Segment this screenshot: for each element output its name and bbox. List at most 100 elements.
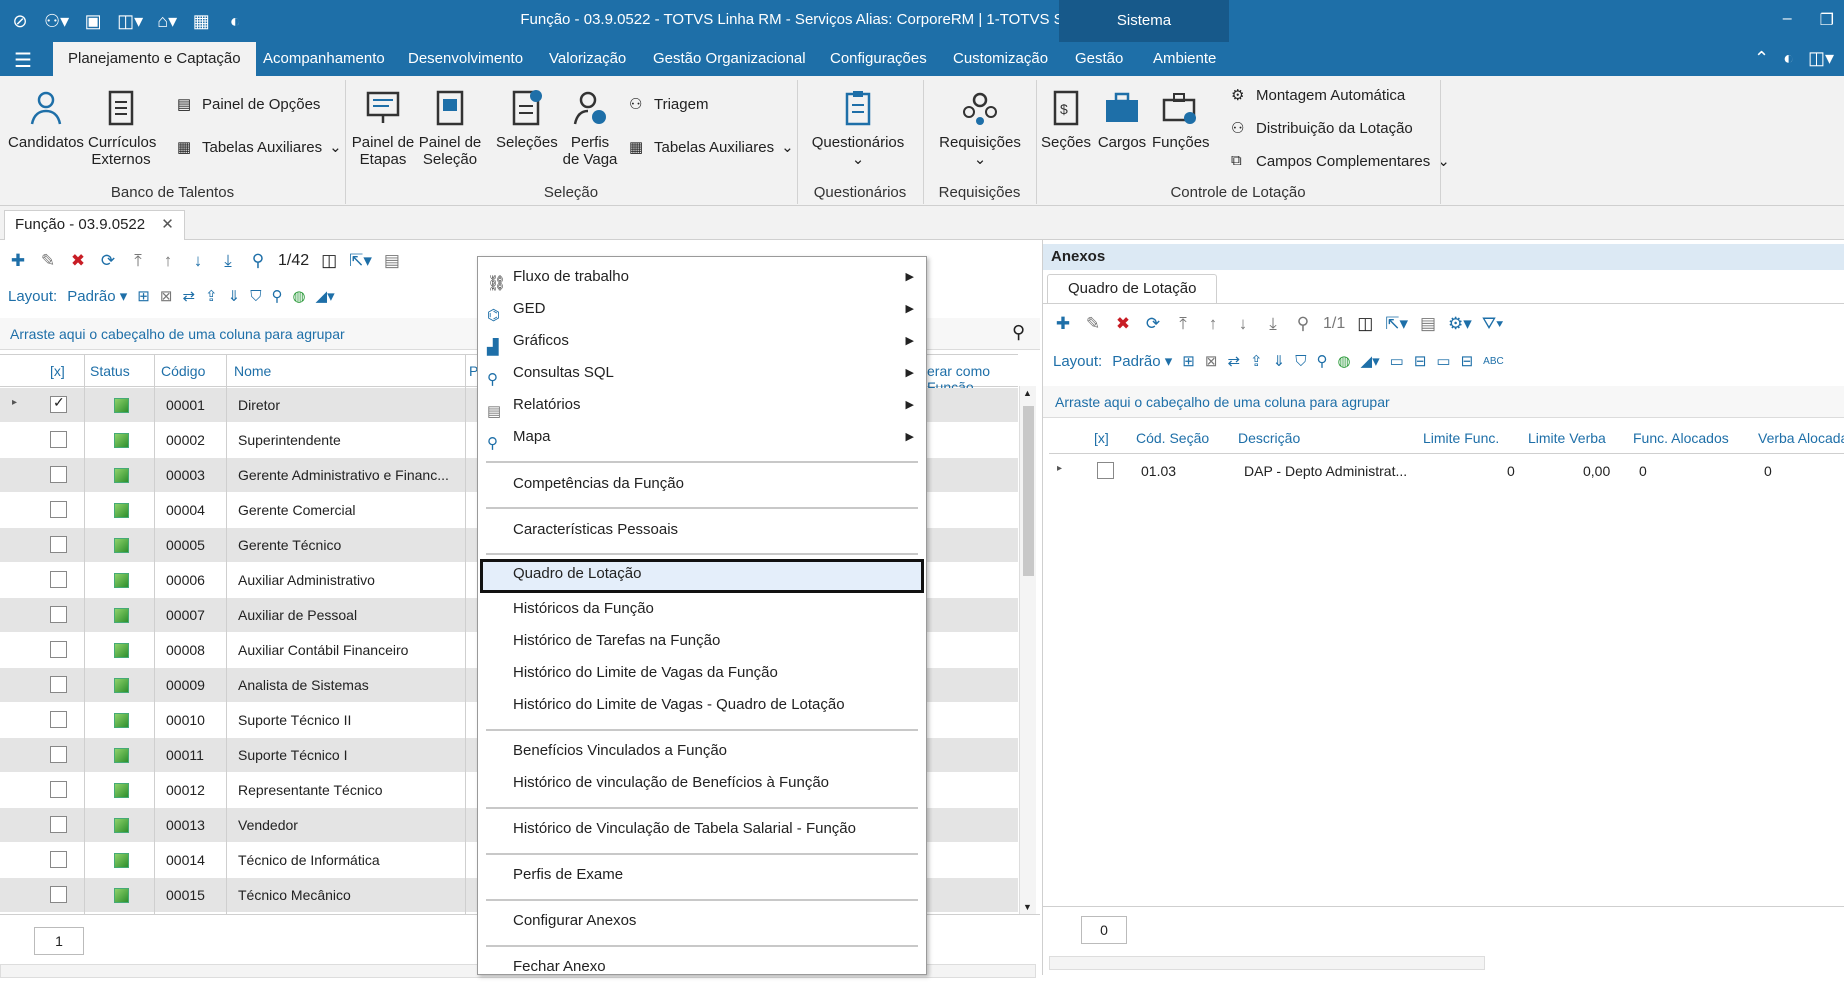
row-checkbox[interactable]	[50, 431, 67, 448]
row-checkbox[interactable]	[50, 781, 67, 798]
chart-icon[interactable]: ◢▾	[316, 287, 335, 305]
help-icon[interactable]: ◐	[1783, 48, 1794, 69]
triagem-button[interactable]: ⚇ Triagem	[629, 95, 708, 114]
doc-tab-funcao[interactable]: Função - 03.9.0522 ✕	[4, 210, 185, 240]
add-icon[interactable]: ✚	[8, 251, 28, 271]
row-checkbox[interactable]	[50, 851, 67, 868]
menu-item-caracteristicas[interactable]: Características Pessoais	[478, 515, 926, 545]
report-icon[interactable]: ▤	[1418, 314, 1438, 334]
page-number-field[interactable]: 1	[34, 927, 84, 955]
col-cod-secao[interactable]: Cód. Seção	[1136, 430, 1209, 446]
row-checkbox[interactable]	[1097, 462, 1114, 479]
menu-item-beneficios[interactable]: Benefícios Vinculados a Função	[478, 736, 926, 766]
row-checkbox[interactable]	[50, 886, 67, 903]
color-icon[interactable]: ◍	[292, 287, 305, 305]
delete-icon[interactable]: ✖	[1113, 314, 1133, 334]
tab-customizacao[interactable]: Customização	[953, 42, 1048, 76]
row-checkbox[interactable]	[50, 711, 67, 728]
col-verba-alocada[interactable]: Verba Alocada	[1758, 430, 1844, 446]
col-func-alocados[interactable]: Func. Alocados	[1633, 430, 1729, 446]
menu-item-configurar-anexos[interactable]: Configurar Anexos	[478, 906, 926, 936]
report-icon[interactable]: ▤	[382, 251, 402, 271]
tab-acompanhamento[interactable]: Acompanhamento	[263, 42, 385, 76]
tab-gestao[interactable]: Gestão	[1075, 42, 1123, 76]
collapse-icon[interactable]: ⊠	[1205, 352, 1218, 370]
scroll-thumb[interactable]	[1023, 406, 1034, 576]
chart-icon[interactable]: ◢▾	[1361, 352, 1380, 370]
edit-icon[interactable]: ✎	[38, 251, 58, 271]
montagem-automatica-button[interactable]: ⚙ Montagem Automática	[1231, 86, 1405, 105]
menu-item-historico-limite-quadro[interactable]: Histórico do Limite de Vagas - Quadro de…	[478, 690, 926, 720]
search-icon[interactable]: ⚲	[1012, 322, 1025, 343]
funcoes-button[interactable]: Funções	[1152, 88, 1210, 151]
download-icon[interactable]: ⇓	[228, 287, 241, 305]
col-limite-verba[interactable]: Limite Verba	[1528, 430, 1606, 446]
upload-icon[interactable]: ⇪	[205, 287, 218, 305]
view-split-icon[interactable]: ⊟	[1414, 352, 1427, 370]
paint-icon[interactable]: ⛉	[250, 288, 261, 305]
first-record-icon[interactable]: ⤒	[1173, 314, 1193, 334]
row-checkbox[interactable]	[50, 606, 67, 623]
view-top-icon[interactable]: ▭	[1436, 352, 1450, 370]
collapse-icon[interactable]: ⊠	[160, 287, 173, 305]
menu-item-graficos[interactable]: ▟ Gráficos ▶	[478, 326, 926, 356]
export-icon[interactable]: ⇱▾	[349, 251, 372, 271]
last-record-icon[interactable]: ⤓	[218, 251, 238, 271]
tab-planejamento[interactable]: Planejamento e Captação	[53, 42, 256, 76]
distribuicao-lotacao-button[interactable]: ⚇ Distribuição da Lotação	[1231, 119, 1413, 138]
col-nome[interactable]: Nome	[234, 363, 271, 379]
row-checkbox[interactable]	[50, 676, 67, 693]
restore-icon[interactable]: ❐	[1820, 10, 1834, 30]
painel-selecao-button[interactable]: Painel de Seleção	[418, 88, 482, 168]
tab-valorizacao[interactable]: Valorização	[549, 42, 626, 76]
columns-icon[interactable]: ◫	[1355, 314, 1375, 334]
menu-item-historico-limite-vagas[interactable]: Histórico do Limite de Vagas da Função	[478, 658, 926, 688]
close-icon[interactable]: ✕	[161, 216, 174, 233]
group-icon[interactable]: ⇄	[182, 287, 195, 305]
upload-icon[interactable]: ⇪	[1250, 352, 1263, 370]
group-hint-bar[interactable]: Arraste aqui o cabeçalho de uma coluna p…	[1043, 386, 1844, 418]
horizontal-scrollbar[interactable]	[1049, 956, 1485, 970]
export-icon[interactable]: ⇱▾	[1385, 314, 1408, 334]
group-icon[interactable]: ⇄	[1227, 352, 1240, 370]
gear-icon[interactable]: ⚙▾	[1448, 314, 1472, 334]
col-limite-func[interactable]: Limite Func.	[1423, 430, 1499, 446]
layout-icon[interactable]: ◫▾	[1808, 48, 1834, 69]
vertical-scrollbar[interactable]: ▲ ▼	[1019, 386, 1036, 914]
col-checkbox[interactable]: [x]	[1094, 430, 1109, 446]
menu-item-tabela-salarial[interactable]: Histórico de Vinculação de Tabela Salari…	[478, 814, 926, 844]
add-icon[interactable]: ✚	[1053, 314, 1073, 334]
table-row[interactable]: ▸ 01.03 DAP - Depto Administrat... 0 0,0…	[1049, 454, 1844, 488]
pin-icon[interactable]: ⚲	[1316, 352, 1327, 370]
minimize-icon[interactable]: –	[1783, 10, 1792, 30]
menu-item-consultas-sql[interactable]: ⚲ Consultas SQL ▶	[478, 358, 926, 388]
next-record-icon[interactable]: ↓	[188, 251, 208, 271]
refresh-icon[interactable]: ⟳	[98, 251, 118, 271]
columns-icon[interactable]: ◫	[319, 251, 339, 271]
menu-item-relatorios[interactable]: ▤ Relatórios ▶	[478, 390, 926, 420]
tab-ambiente[interactable]: Ambiente	[1153, 42, 1216, 76]
scroll-up-icon[interactable]: ▲	[1023, 388, 1032, 398]
curriculos-externos-button[interactable]: Currículos Externos	[88, 88, 156, 168]
view-bottom-icon[interactable]: ⊟	[1461, 352, 1474, 370]
search-icon[interactable]: ⚲	[1293, 314, 1313, 334]
requisicoes-button[interactable]: Requisições ⌄	[930, 88, 1030, 168]
row-checkbox[interactable]	[50, 641, 67, 658]
previous-record-icon[interactable]: ↑	[1203, 314, 1223, 334]
col-codigo[interactable]: Código	[161, 363, 205, 379]
row-checkbox[interactable]	[50, 536, 67, 553]
selecoes-button[interactable]: Seleções	[496, 88, 558, 151]
expand-icon[interactable]: ⊞	[1182, 352, 1195, 370]
last-record-icon[interactable]: ⤓	[1263, 314, 1283, 334]
menu-item-fechar-anexo[interactable]: Fechar Anexo	[478, 952, 926, 982]
tab-quadro-lotacao[interactable]: Quadro de Lotação	[1047, 274, 1218, 304]
search-icon[interactable]: ⚲	[248, 251, 268, 271]
menu-item-historicos-funcao[interactable]: Históricos da Função	[478, 594, 926, 624]
menu-item-ged[interactable]: ⌬ GED ▶	[478, 294, 926, 324]
perfis-vaga-button[interactable]: Perfis de Vaga	[562, 88, 618, 168]
painel-etapas-button[interactable]: Painel de Etapas	[351, 88, 415, 168]
next-record-icon[interactable]: ↓	[1233, 314, 1253, 334]
col-descricao[interactable]: Descrição	[1238, 430, 1300, 446]
sistema-tab[interactable]: Sistema	[1059, 0, 1229, 42]
expand-icon[interactable]: ⊞	[137, 287, 150, 305]
